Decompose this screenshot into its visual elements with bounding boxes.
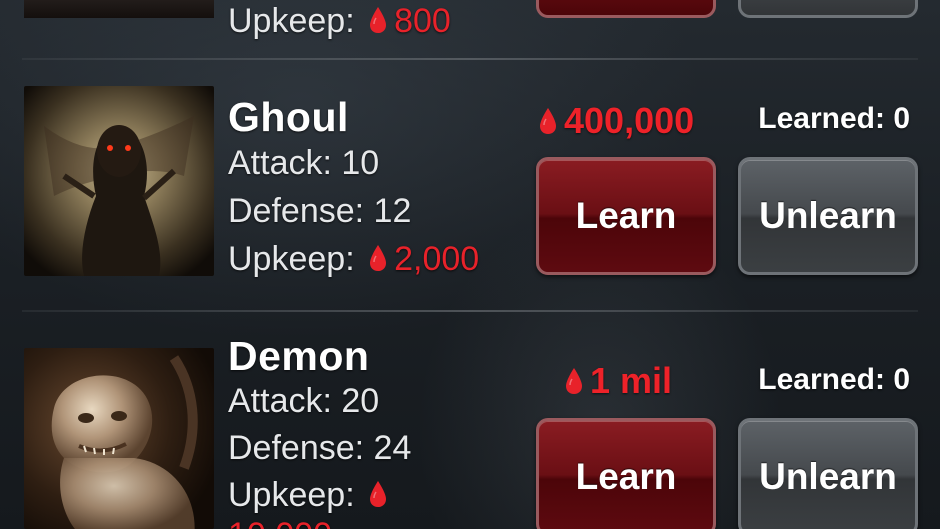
upkeep-stat: Upkeep: 800 xyxy=(228,2,451,40)
attack-stat: Attack: 20 xyxy=(228,382,380,420)
unit-name: Demon xyxy=(228,333,370,379)
demon-portrait xyxy=(24,348,214,529)
unit-portrait xyxy=(24,0,214,18)
blood-drop-icon xyxy=(538,107,558,135)
learned-count: Learned: 0 xyxy=(758,363,910,396)
blood-drop-icon xyxy=(564,367,584,395)
unit-cost: 400,000 xyxy=(534,100,694,142)
learned-count: Learned: 0 xyxy=(758,102,910,135)
unit-list-screen: Upkeep: 800 Ghoul Attack: 10 Defense: 12… xyxy=(0,0,940,529)
learn-button[interactable]: Learn xyxy=(536,157,716,275)
ghoul-portrait xyxy=(24,86,214,276)
unit-name: Ghoul xyxy=(228,94,349,140)
unit-cost: 1 mil xyxy=(560,360,672,402)
unlearn-button[interactable]: Unlearn xyxy=(738,418,918,529)
row-divider xyxy=(22,58,918,60)
learn-button[interactable] xyxy=(536,0,716,18)
upkeep-stat: Upkeep: xyxy=(228,476,394,515)
row-divider xyxy=(22,310,918,312)
upkeep-value: 10,000 xyxy=(228,516,332,529)
unlearn-button[interactable] xyxy=(738,0,918,18)
learn-button[interactable]: Learn xyxy=(536,418,716,529)
blood-drop-icon xyxy=(368,480,388,508)
unit-row-previous: Upkeep: 800 xyxy=(0,0,940,60)
unlearn-button[interactable]: Unlearn xyxy=(738,157,918,275)
upkeep-stat: Upkeep: 2,000 xyxy=(228,240,480,278)
defense-stat: Defense: 12 xyxy=(228,192,412,230)
blood-drop-icon xyxy=(368,6,388,34)
attack-stat: Attack: 10 xyxy=(228,144,380,182)
defense-stat: Defense: 24 xyxy=(228,429,412,467)
blood-drop-icon xyxy=(368,244,388,272)
